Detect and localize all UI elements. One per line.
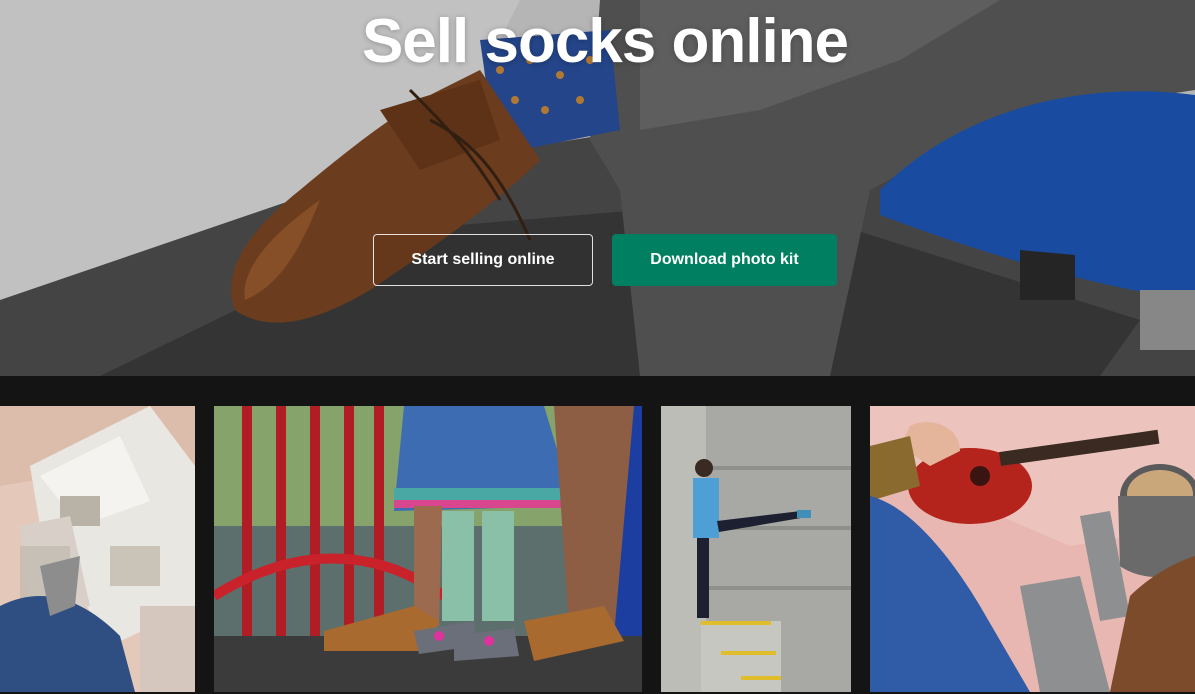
ukulele-coffee-photo: [870, 406, 1195, 692]
gallery-photo-concrete-wall[interactable]: [661, 406, 851, 692]
concrete-wall-photo: [661, 406, 851, 692]
playground-feet-photo: [214, 406, 642, 692]
photo-gallery: [0, 376, 1195, 694]
gallery-photo-playground-feet[interactable]: [214, 406, 642, 692]
gallery-photo-magazine[interactable]: [0, 406, 195, 692]
hero-title: Sell socks online: [361, 7, 849, 76]
start-selling-button[interactable]: Start selling online: [373, 234, 593, 286]
download-photo-kit-button[interactable]: Download photo kit: [612, 234, 837, 286]
gallery-photo-ukulele-coffee[interactable]: [870, 406, 1195, 692]
page: Sell socks online Start selling online D…: [0, 0, 1195, 694]
hero-section: Sell socks online Start selling online D…: [0, 0, 1195, 376]
magazine-photo: [0, 406, 195, 692]
